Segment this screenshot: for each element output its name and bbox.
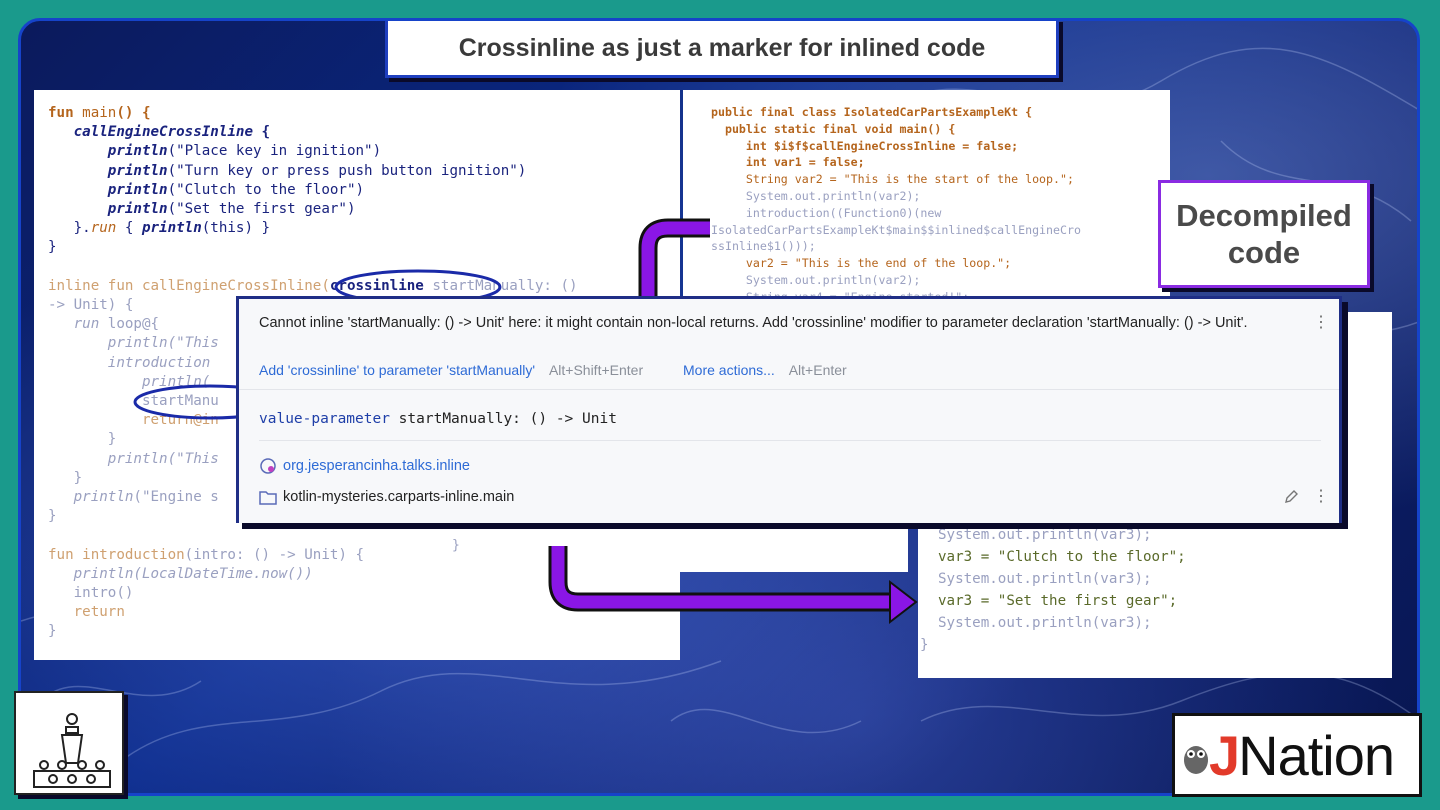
arrow-head — [889, 579, 918, 625]
more-vert-icon[interactable]: ⋮ — [1313, 315, 1329, 331]
module-label: kotlin-mysteries.carparts-inline.main — [259, 489, 514, 505]
jnation-logo: J Nation — [1172, 713, 1422, 797]
folder-icon — [259, 491, 277, 505]
edit-icon[interactable] — [1283, 489, 1299, 510]
divider — [259, 440, 1321, 441]
error-message: Cannot inline 'startManually: () -> Unit… — [259, 315, 1248, 331]
more-actions-shortcut: Alt+Enter — [788, 362, 847, 378]
parameter-signature: value-parameter startManually: () -> Uni… — [259, 411, 617, 427]
quick-fix-actions: Add 'crossinline' to parameter 'startMan… — [259, 362, 847, 378]
speaker-podium-icon — [14, 691, 124, 795]
owl-icon — [1184, 746, 1208, 774]
package-link[interactable]: org.jesperancinha.talks.inline — [259, 457, 470, 475]
ide-inspection-popup: Cannot inline 'startManually: () -> Unit… — [236, 296, 1342, 523]
package-icon — [260, 458, 276, 474]
add-crossinline-action[interactable]: Add 'crossinline' to parameter 'startMan… — [259, 362, 535, 378]
more-actions-link[interactable]: More actions... — [683, 362, 775, 378]
more-vert-icon[interactable]: ⋮ — [1313, 489, 1329, 505]
add-crossinline-shortcut: Alt+Shift+Enter — [548, 362, 644, 378]
